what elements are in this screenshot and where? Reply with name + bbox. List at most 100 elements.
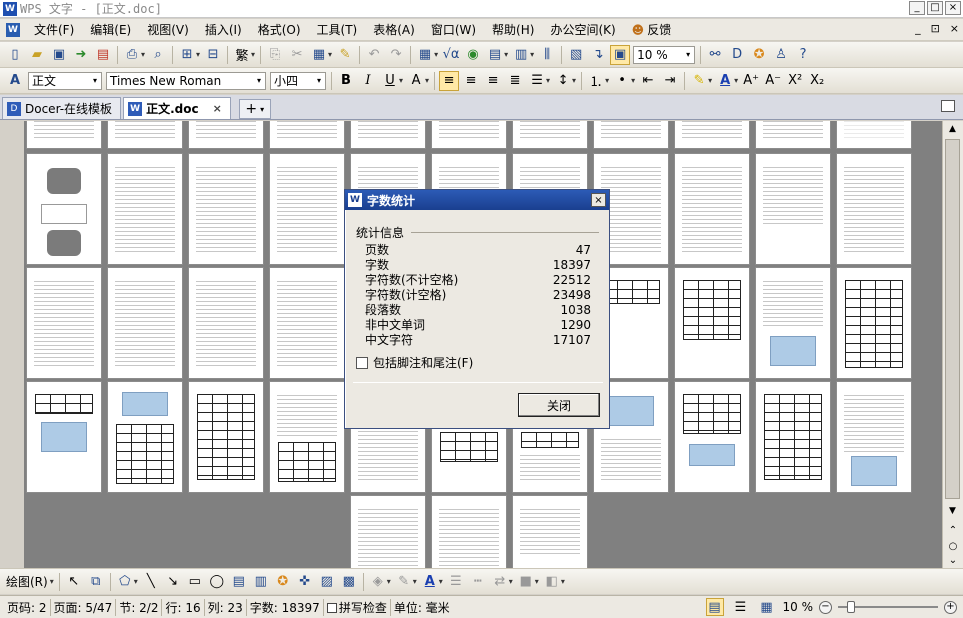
traditional-chinese-icon[interactable]: 繁 — [232, 45, 252, 65]
page-thumbnail[interactable] — [26, 267, 102, 379]
insert-table-icon[interactable]: ▦ — [415, 45, 435, 65]
zoom-in-icon[interactable]: + — [944, 600, 957, 614]
justify-icon[interactable]: ≣ — [505, 71, 525, 91]
page-thumbnail[interactable] — [755, 153, 831, 265]
menu-help[interactable]: 帮助(H) — [484, 21, 542, 38]
next-page-icon[interactable]: ⌄ — [946, 553, 960, 567]
font-effect-icon[interactable]: A — [406, 71, 426, 91]
print-preview-icon[interactable]: ⌕ — [148, 45, 168, 65]
page-thumbnail[interactable] — [836, 267, 912, 379]
line-spacing-dropdown-icon[interactable]: ▾ — [572, 76, 576, 85]
numbered-list-icon[interactable]: ⒈ — [586, 71, 606, 91]
shadow-icon[interactable]: ■ — [516, 572, 536, 592]
status-word-count[interactable]: 字数: 18397 — [245, 598, 323, 616]
underline-dropdown-icon[interactable]: ▾ — [399, 76, 403, 85]
autoshapes-icon[interactable]: ⬠ — [115, 572, 135, 592]
decrease-indent-icon[interactable]: ⇤ — [638, 71, 658, 91]
draw-font-color-dropdown-icon[interactable]: ▾ — [439, 577, 443, 586]
bold-button[interactable]: B — [336, 71, 356, 91]
text-box-icon[interactable]: ▤ — [229, 572, 249, 592]
dress-icon[interactable]: ♙ — [771, 45, 791, 65]
doc-restore-button[interactable]: ⊡ — [931, 22, 940, 35]
shrink-font-icon[interactable]: A⁻ — [763, 71, 783, 91]
zoom-combo[interactable]: 10 % ▾ — [633, 45, 696, 64]
scroll-up-icon[interactable]: ▲ — [943, 121, 962, 137]
clip-art-icon[interactable]: ✜ — [295, 572, 315, 592]
styles-icon[interactable]: A — [5, 71, 25, 91]
dash-style-icon[interactable]: ┅ — [468, 572, 488, 592]
page-thumbnail[interactable] — [107, 121, 183, 149]
dialog-close-icon[interactable]: × — [591, 193, 606, 207]
numbered-list-dropdown-icon[interactable]: ▾ — [605, 76, 609, 85]
page-thumbnail[interactable] — [350, 121, 426, 149]
columns-icon[interactable]: ▥ — [511, 45, 531, 65]
highlight-icon[interactable]: ✎ — [689, 71, 709, 91]
document-menu-icon[interactable]: W — [6, 22, 20, 37]
draw-dropdown-icon[interactable]: ▾ — [50, 577, 54, 586]
insert-object-icon[interactable]: ⊞ — [177, 45, 197, 65]
page-thumbnail[interactable] — [107, 381, 183, 493]
insert-image-icon[interactable]: ▩ — [339, 572, 359, 592]
menu-window[interactable]: 窗口(W) — [423, 21, 484, 38]
page-thumbnail[interactable] — [188, 121, 264, 149]
doc-close-button[interactable]: × — [950, 22, 959, 35]
doc-minimize-button[interactable]: _ — [915, 22, 921, 35]
menu-tools[interactable]: 工具(T) — [309, 21, 366, 38]
draw-font-color-icon[interactable]: A — [420, 572, 440, 592]
page-thumbnail[interactable] — [188, 153, 264, 265]
line-color-icon[interactable]: ✎ — [394, 572, 414, 592]
distributed-align-icon[interactable]: ☰ — [527, 71, 547, 91]
arrow-style-icon[interactable]: ⇄ — [490, 572, 510, 592]
close-window-button[interactable]: × — [945, 1, 961, 15]
font-size-combo[interactable]: 小四 ▾ — [270, 71, 326, 90]
page-thumbnail[interactable] — [26, 153, 102, 265]
font-color-button[interactable]: A — [715, 71, 735, 91]
full-screen-icon[interactable]: ▣ — [610, 44, 631, 65]
page-thumbnail[interactable] — [836, 121, 912, 149]
autoshapes-dropdown-icon[interactable]: ▾ — [134, 577, 138, 586]
menu-file[interactable]: 文件(F) — [26, 21, 82, 38]
table-dropdown-icon[interactable]: ▾ — [434, 50, 438, 59]
table-style-icon[interactable]: ▤ — [485, 45, 505, 65]
paste-dropdown-icon[interactable]: ▾ — [328, 50, 332, 59]
close-button[interactable]: 关闭 — [518, 393, 600, 417]
ellipse-icon[interactable]: ◯ — [207, 572, 227, 592]
rectangle-icon[interactable]: ▭ — [185, 572, 205, 592]
page-thumbnail[interactable] — [107, 153, 183, 265]
docer-icon[interactable]: D — [727, 45, 747, 65]
page-thumbnail[interactable] — [674, 153, 750, 265]
menu-office-space[interactable]: 办公空间(K) — [542, 21, 623, 38]
tab-docer-templates[interactable]: D Docer-在线模板 — [2, 97, 122, 119]
include-footnotes-option[interactable]: 包括脚注和尾注(F) — [356, 354, 473, 371]
status-unit[interactable]: 单位: 毫米 — [389, 598, 453, 616]
page-thumbnail[interactable] — [755, 267, 831, 379]
menu-feedback[interactable]: ☻ 反馈 — [624, 21, 680, 38]
page-thumbnail[interactable] — [26, 121, 102, 149]
page-thumbnail[interactable] — [593, 121, 669, 149]
page-thumbnail[interactable] — [431, 495, 507, 568]
columns-dropdown-icon[interactable]: ▾ — [530, 50, 534, 59]
page-thumbnail[interactable] — [269, 153, 345, 265]
style-combo[interactable]: 正文 ▾ — [28, 71, 102, 90]
align-center-icon[interactable]: ≡ — [461, 71, 481, 91]
cut-icon[interactable]: ✂ — [287, 45, 307, 65]
export-pdf-icon[interactable]: ▤ — [93, 45, 113, 65]
shadow-dropdown-icon[interactable]: ▾ — [535, 577, 539, 586]
zoom-slider-thumb[interactable] — [847, 601, 855, 613]
page-thumbnail[interactable] — [269, 267, 345, 379]
font-combo[interactable]: Times New Roman ▾ — [106, 71, 266, 90]
page-thumbnail[interactable] — [512, 495, 588, 568]
page-thumbnail[interactable] — [188, 267, 264, 379]
picture-icon[interactable]: ▨ — [317, 572, 337, 592]
draw-menu-button[interactable]: 绘图(R) — [6, 573, 48, 590]
vertical-scrollbar[interactable]: ▲ ▼ ⌃ ○ ⌄ — [942, 121, 963, 568]
underline-button[interactable]: U — [380, 71, 400, 91]
arrow-style-dropdown-icon[interactable]: ▾ — [509, 577, 513, 586]
scroll-down-icon[interactable]: ▼ — [943, 503, 962, 519]
font-effect-dropdown-icon[interactable]: ▾ — [425, 76, 429, 85]
line-style-icon[interactable]: ☰ — [446, 572, 466, 592]
material-icon[interactable]: ✪ — [749, 45, 769, 65]
vertical-text-box-icon[interactable]: ▥ — [251, 572, 271, 592]
page-view-icon[interactable]: ▤ — [705, 598, 724, 616]
outline-view-icon[interactable]: ☰ — [732, 598, 750, 616]
